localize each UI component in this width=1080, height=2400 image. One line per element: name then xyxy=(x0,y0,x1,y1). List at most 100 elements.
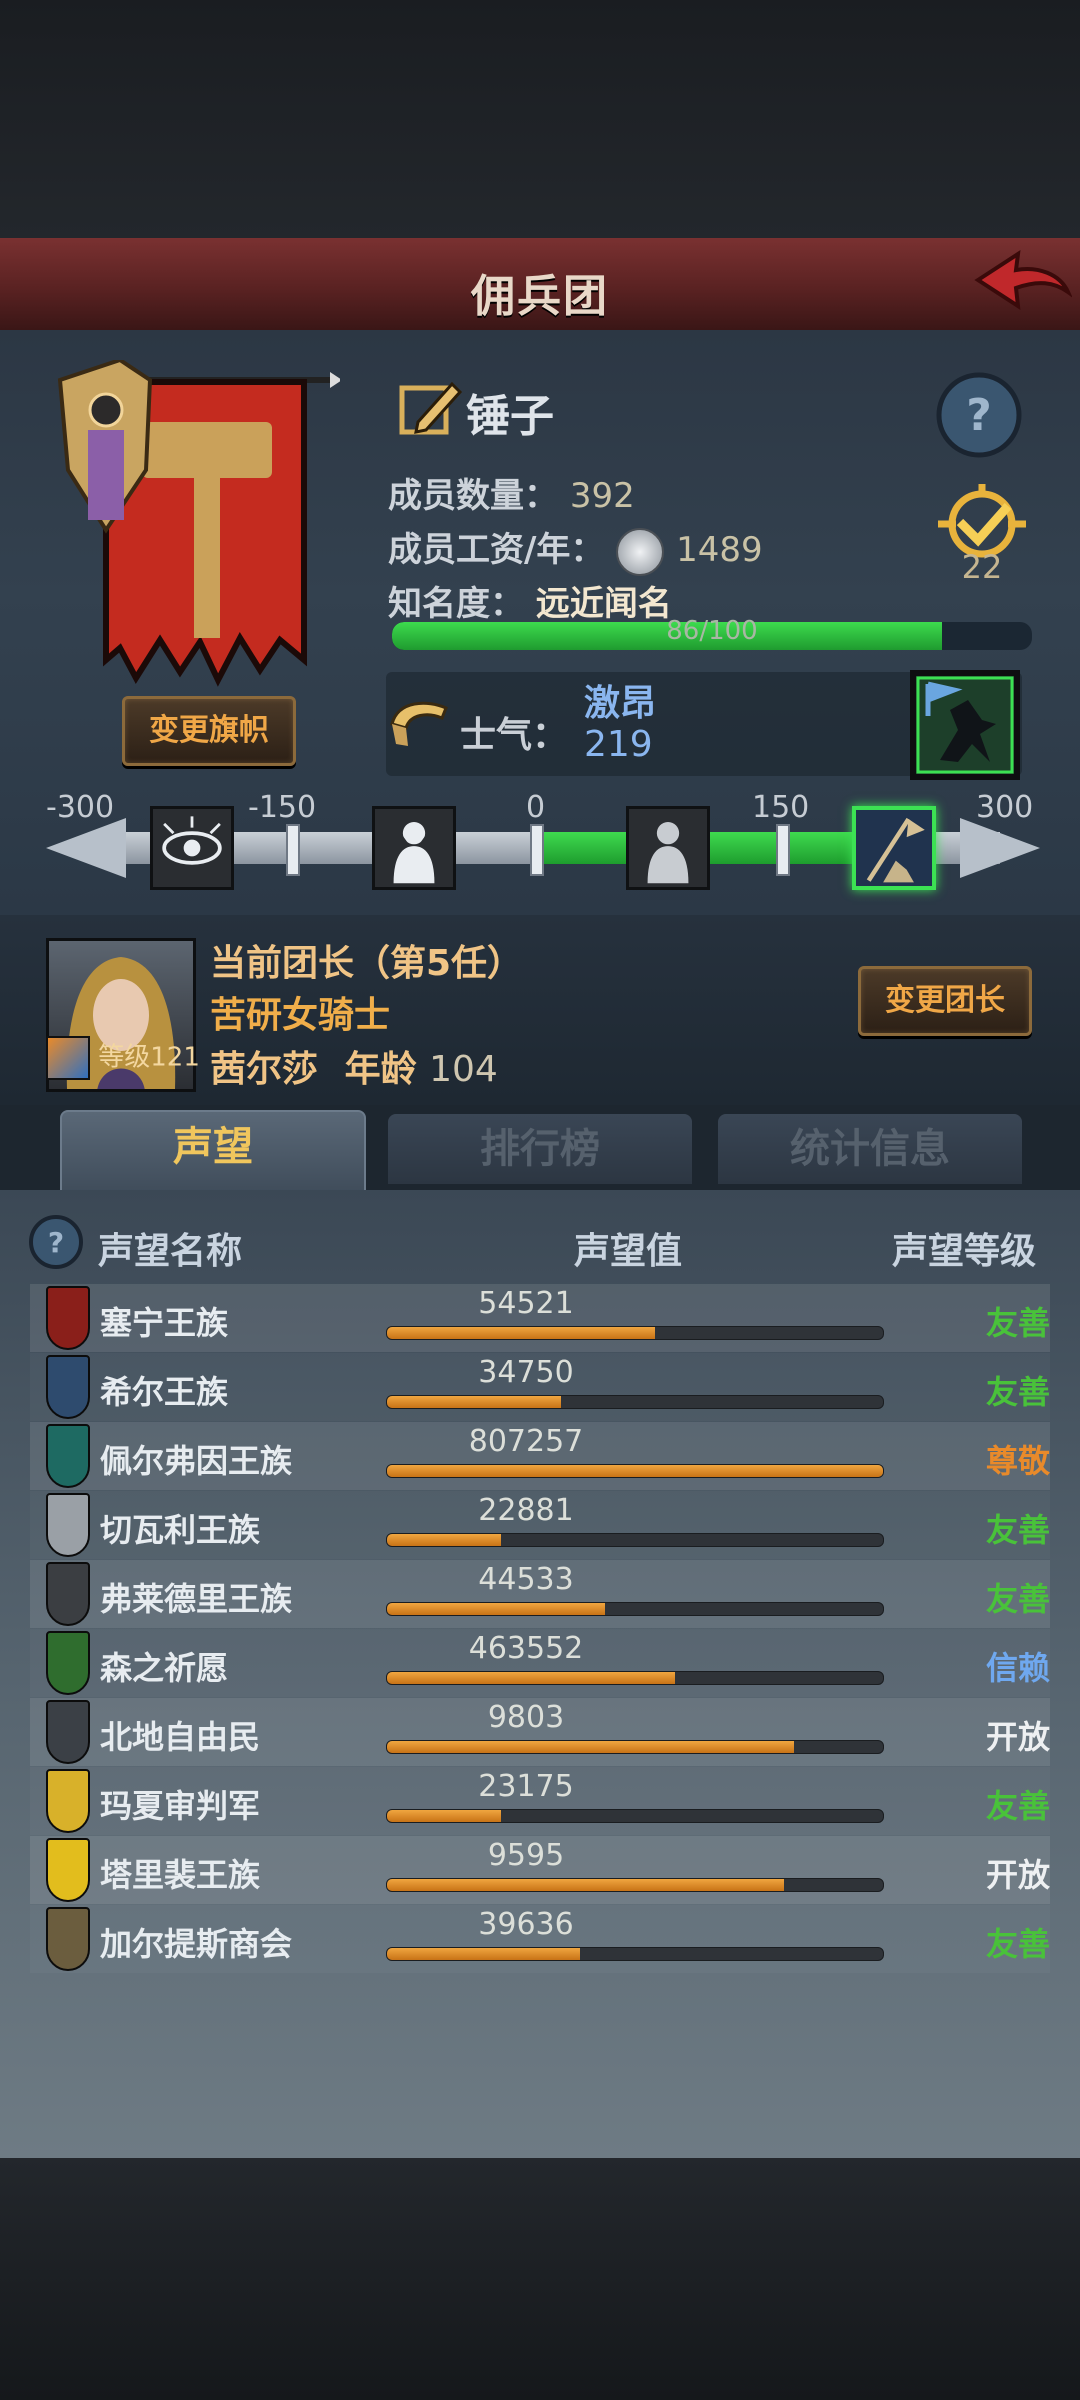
faction-name: 弗莱德里王族 xyxy=(100,1580,293,1618)
faction-emblem-icon xyxy=(46,1907,90,1971)
reputation-value: 22881 xyxy=(478,1493,574,1528)
table-row[interactable]: 玛夏审判军 23175 友善 xyxy=(30,1767,1050,1835)
reputation-value: 44533 xyxy=(478,1562,574,1597)
tab-reputation[interactable]: 声望 xyxy=(60,1110,366,1194)
reputation-level: 友善 xyxy=(985,1511,1050,1549)
reputation-bar-fill xyxy=(387,1948,581,1960)
calm-figure-icon[interactable] xyxy=(626,806,710,890)
back-arrow-icon[interactable] xyxy=(968,248,1072,318)
reputation-value: 9803 xyxy=(487,1700,565,1735)
tab-statistics[interactable]: 统计信息 xyxy=(718,1114,1022,1184)
table-row[interactable]: 北地自由民 9803 开放 xyxy=(30,1698,1050,1766)
faction-name: 玛夏审判军 xyxy=(100,1787,261,1825)
faction-emblem-icon xyxy=(46,1838,90,1902)
scale-label: -300 xyxy=(46,790,115,825)
faction-emblem-icon xyxy=(46,1631,90,1695)
reputation-level: 友善 xyxy=(985,1304,1050,1342)
scale-tick xyxy=(530,824,544,876)
reputation-level: 友善 xyxy=(985,1373,1050,1411)
member-count-label: 成员数量： xyxy=(388,476,558,516)
leader-name-age: 茜尔莎 年龄 104 xyxy=(210,1040,498,1092)
scale-label: 0 xyxy=(526,790,546,825)
eye-icon[interactable] xyxy=(150,806,234,890)
member-count-value: 392 xyxy=(569,476,635,516)
faction-emblem-icon xyxy=(46,1700,90,1764)
scale-label: -150 xyxy=(248,790,317,825)
table-row[interactable]: 加尔提斯商会 39636 友善 xyxy=(30,1905,1050,1973)
leader-age-label: 年龄 xyxy=(344,1049,417,1090)
reputation-level: 友善 xyxy=(985,1925,1050,1963)
faction-emblem-icon xyxy=(46,1424,90,1488)
reputation-level: 信赖 xyxy=(985,1649,1050,1687)
title-bar: 佣兵团 xyxy=(0,238,1080,344)
header-reputation-level: 声望等级 xyxy=(892,1231,1037,1272)
reputation-bar-fill xyxy=(387,1327,655,1339)
table-row[interactable]: 森之祈愿 463552 信赖 xyxy=(30,1629,1050,1697)
reputation-bar xyxy=(386,1326,884,1340)
edit-icon[interactable] xyxy=(398,378,464,438)
reputation-level: 尊敬 xyxy=(985,1442,1050,1480)
svg-text:?: ? xyxy=(966,390,992,441)
faction-name: 切瓦利王族 xyxy=(100,1511,261,1549)
reputation-bar-fill xyxy=(387,1465,883,1477)
faction-name: 塞宁王族 xyxy=(100,1304,229,1342)
scale-label: 150 xyxy=(752,790,810,825)
faction-name: 加尔提斯商会 xyxy=(100,1925,293,1963)
reputation-level: 友善 xyxy=(985,1580,1050,1618)
bottom-backdrop xyxy=(0,2158,1080,2400)
wage-value: 1489 xyxy=(676,530,763,570)
faction-emblem-icon xyxy=(46,1493,90,1557)
faction-name: 森之祈愿 xyxy=(100,1649,229,1687)
reputation-bar-fill xyxy=(387,1534,502,1546)
help-icon[interactable]: ? xyxy=(934,370,1024,460)
top-backdrop xyxy=(0,0,1080,238)
header-reputation-name: 声望名称 xyxy=(98,1231,243,1272)
fame-progress-text: 86/100 xyxy=(666,616,758,646)
charge-banner-icon[interactable] xyxy=(852,806,936,890)
table-row[interactable]: 弗莱德里王族 44533 友善 xyxy=(30,1560,1050,1628)
page-title: 佣兵团 xyxy=(471,271,609,322)
scale-left-arrow xyxy=(46,818,126,878)
table-row[interactable]: 佩尔弗因王族 807257 尊敬 xyxy=(30,1422,1050,1490)
leader-level-text: 等级121 xyxy=(98,1042,200,1073)
faction-name: 希尔王族 xyxy=(100,1373,229,1411)
rank-value: 22 xyxy=(961,548,1003,586)
silver-coin-icon xyxy=(616,527,665,576)
help-icon[interactable]: ? xyxy=(28,1214,84,1270)
troop-banner xyxy=(57,360,340,687)
reputation-bar xyxy=(386,1464,884,1478)
reputation-value: 23175 xyxy=(478,1769,574,1804)
faction-emblem-icon xyxy=(46,1286,90,1350)
morale-label: 士气： xyxy=(460,715,569,756)
leader-name: 茜尔莎 xyxy=(210,1049,319,1090)
faction-name: 北地自由民 xyxy=(100,1718,261,1756)
faction-emblem-icon xyxy=(46,1355,90,1419)
scale-right-arrow xyxy=(960,818,1040,878)
table-row[interactable]: 切瓦利王族 22881 友善 xyxy=(30,1491,1050,1559)
table-row[interactable]: 塞宁王族 54521 友善 xyxy=(30,1284,1050,1352)
member-count-row: 成员数量： 392 xyxy=(388,468,635,517)
reputation-bar-fill xyxy=(387,1810,502,1822)
faction-emblem-icon xyxy=(46,1562,90,1626)
reputation-bar-fill xyxy=(387,1396,561,1408)
morale-value: 219 xyxy=(584,724,653,765)
horn-icon xyxy=(390,701,448,746)
morale-status-icon[interactable] xyxy=(910,670,1020,780)
faction-name: 佩尔弗因王族 xyxy=(100,1442,293,1480)
reputation-value: 54521 xyxy=(478,1286,574,1321)
reputation-bar xyxy=(386,1740,884,1754)
change-leader-button[interactable]: 变更团长 xyxy=(858,966,1032,1036)
reputation-value: 463552 xyxy=(468,1631,584,1666)
change-banner-button[interactable]: 变更旗帜 xyxy=(122,696,296,766)
wage-label: 成员工资/年： xyxy=(388,530,605,570)
morale-state: 激昂 xyxy=(584,683,657,724)
despair-figure-icon[interactable] xyxy=(372,806,456,890)
scale-tick xyxy=(776,824,790,876)
table-row[interactable]: 希尔王族 34750 友善 xyxy=(30,1353,1050,1421)
svg-text:?: ? xyxy=(48,1226,64,1259)
table-row[interactable]: 塔里裴王族 9595 开放 xyxy=(30,1836,1050,1904)
reputation-bar-fill xyxy=(387,1603,606,1615)
reputation-bar xyxy=(386,1533,884,1547)
tab-leaderboard[interactable]: 排行榜 xyxy=(388,1114,692,1184)
scale-label: 300 xyxy=(976,790,1034,825)
